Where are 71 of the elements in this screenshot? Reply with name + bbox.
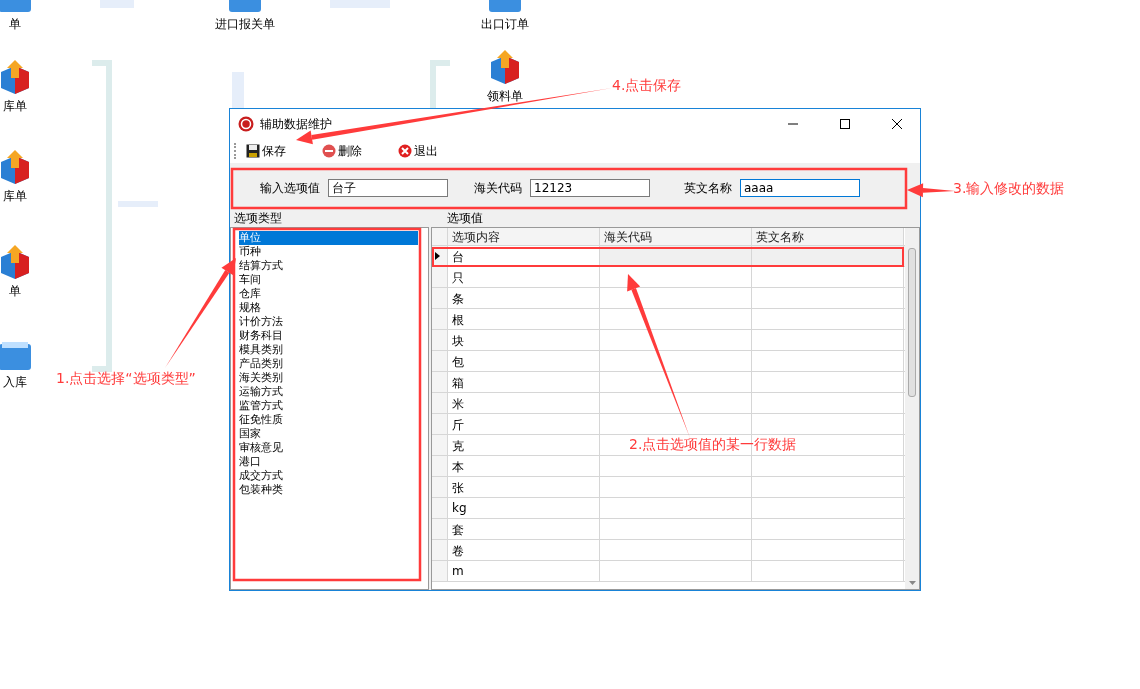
window-title: 辅助数据维护	[260, 115, 333, 133]
section-label: 选项值	[447, 210, 483, 227]
scrollbar-thumb[interactable]	[908, 248, 916, 397]
list-item[interactable]: 规格	[239, 301, 261, 315]
field-label: 输入选项值	[260, 179, 320, 197]
annotation-text: 1.点击选择“选项类型”	[56, 370, 196, 388]
minus-circle-icon	[322, 144, 336, 158]
list-item[interactable]: 模具类别	[239, 343, 283, 357]
list-item[interactable]: 仓库	[239, 287, 261, 301]
list-item[interactable]: 包装种类	[239, 483, 283, 497]
folder-icon	[0, 340, 33, 372]
list-item[interactable]: 计价方法	[239, 315, 283, 329]
table-row[interactable]: kg	[432, 498, 905, 519]
list-item[interactable]: 审核意见	[239, 441, 283, 455]
table-row[interactable]: 根	[432, 309, 905, 330]
desktop-icon-label[interactable]: 入库	[3, 374, 27, 391]
list-item[interactable]: 海关类别	[239, 371, 283, 385]
maximize-icon[interactable]	[840, 119, 850, 129]
list-item[interactable]: 单位	[239, 231, 418, 245]
app-logo-icon	[238, 116, 254, 132]
table-row[interactable]: 套	[432, 519, 905, 540]
annotation-text: 3.输入修改的数据	[953, 180, 1065, 198]
row-pointer-icon	[435, 252, 440, 260]
column-header[interactable]: 选项内容	[448, 228, 600, 245]
text-field[interactable]: aaaa	[740, 179, 860, 197]
desktop-icon-label[interactable]: 领料单	[487, 88, 523, 105]
close-circle-icon	[398, 144, 412, 158]
table-row[interactable]: 箱	[432, 372, 905, 393]
field-label: 英文名称	[684, 179, 732, 197]
list-item[interactable]: 国家	[239, 427, 261, 441]
desktop-icon-label[interactable]: 单	[9, 16, 21, 33]
save-button[interactable]: 保存	[244, 142, 288, 160]
scroll-down-icon[interactable]	[908, 581, 916, 585]
close-icon[interactable]	[892, 119, 902, 129]
list-item[interactable]: 结算方式	[239, 259, 283, 273]
list-item[interactable]: 财务科目	[239, 329, 283, 343]
list-item[interactable]: 车间	[239, 273, 261, 287]
text-field[interactable]: 12123	[530, 179, 650, 197]
table-row[interactable]: m	[432, 561, 905, 582]
desktop-icon-label[interactable]: 库单	[3, 188, 27, 205]
table-row[interactable]: 块	[432, 330, 905, 351]
list-item[interactable]: 成交方式	[239, 469, 283, 483]
desktop-icon-label[interactable]: 单	[9, 283, 21, 300]
annotation-text: 2.点击选项值的某一行数据	[629, 436, 797, 454]
list-item[interactable]: 币种	[239, 245, 261, 259]
exit-button[interactable]: 退出	[396, 142, 440, 160]
column-header[interactable]: 海关代码	[600, 228, 752, 245]
annotation-text: 4.点击保存	[612, 77, 682, 95]
field-label: 海关代码	[474, 179, 522, 197]
table-row[interactable]: 本	[432, 456, 905, 477]
desktop-icon-label[interactable]: 出口订单	[481, 16, 529, 33]
table-row[interactable]: 条	[432, 288, 905, 309]
list-item[interactable]: 港口	[239, 455, 261, 469]
list-item[interactable]: 产品类别	[239, 357, 283, 371]
table-row[interactable]: 包	[432, 351, 905, 372]
column-header[interactable]: 英文名称	[752, 228, 904, 245]
list-item[interactable]: 监管方式	[239, 399, 283, 413]
section-label: 选项类型	[233, 210, 283, 227]
table-row[interactable]: 张	[432, 477, 905, 498]
text-field[interactable]: 台子	[328, 179, 448, 197]
desktop-icon-label[interactable]: 库单	[3, 98, 27, 115]
list-item[interactable]: 征免性质	[239, 413, 283, 427]
scrollbar[interactable]	[905, 228, 919, 589]
list-item[interactable]: 运输方式	[239, 385, 283, 399]
table-row[interactable]: 米	[432, 393, 905, 414]
desktop-icon-label[interactable]: 进口报关单	[215, 16, 275, 33]
delete-button[interactable]: 删除	[320, 142, 364, 160]
table-cell[interactable]: 台	[448, 246, 600, 266]
table-row[interactable]: 斤	[432, 414, 905, 435]
table-row[interactable]: 只	[432, 267, 905, 288]
table-row[interactable]: 卷	[432, 540, 905, 561]
